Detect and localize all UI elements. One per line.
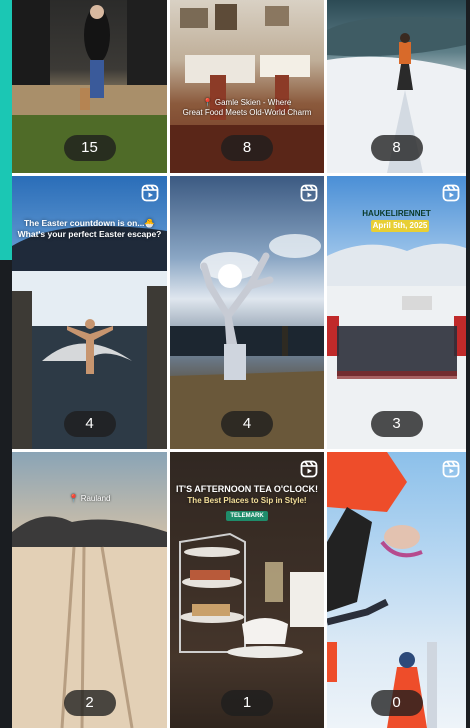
media-grid: 15 📍 Gamle Skien - Where Great Food Meet… <box>12 0 466 728</box>
side-panel <box>0 260 12 728</box>
like-count: 8 <box>370 135 423 161</box>
region-badge: TELEMARK <box>226 511 268 521</box>
grid-tile-3[interactable]: 8 <box>327 0 466 173</box>
tile-caption: IT'S AFTERNOON TEA O'CLOCK! <box>175 484 319 494</box>
date-badge-text: April 5th, 2025 <box>372 221 428 230</box>
tile-9-art <box>327 452 437 728</box>
tile-caption-sub: The Best Places to Sip in Style! <box>187 496 307 505</box>
reels-icon <box>442 460 460 478</box>
location-label: 📍 Rauland <box>68 494 111 503</box>
tile-caption-sub: What's your perfect Easter escape? <box>17 229 162 239</box>
region-badge-text: TELEMARK <box>230 513 264 519</box>
tile-5-art <box>170 234 324 449</box>
like-count: 2 <box>63 690 116 716</box>
location-text: Rauland <box>80 494 111 503</box>
like-count: 0 <box>370 690 423 716</box>
grid-tile-7[interactable]: 📍 Rauland 2 <box>12 452 167 728</box>
tile-4-art <box>12 226 167 449</box>
reels-icon <box>442 184 460 202</box>
like-count: 8 <box>221 135 273 161</box>
like-count: 4 <box>63 411 116 437</box>
grid-tile-1[interactable]: 15 <box>12 0 167 173</box>
tile-caption-sub: Great Food Meets Old-World Charm <box>182 108 312 117</box>
grid-tile-6[interactable]: HAUKELIRENNET April 5th, 2025 3 <box>327 176 466 449</box>
like-count: 1 <box>221 690 273 716</box>
like-count: 3 <box>370 411 423 437</box>
date-badge: April 5th, 2025 <box>371 220 429 232</box>
tile-caption: HAUKELIRENNET <box>362 209 431 218</box>
grid-tile-4[interactable]: The Easter countdown is on...🐣 What's yo… <box>12 176 167 449</box>
like-count: 15 <box>63 135 116 161</box>
like-count: 4 <box>221 411 273 437</box>
reels-icon <box>141 184 159 202</box>
side-accent-bar <box>0 0 12 260</box>
tile-caption: 📍 Gamle Skien - Where <box>202 98 292 107</box>
reels-icon <box>300 184 318 202</box>
grid-tile-2[interactable]: 📍 Gamle Skien - Where Great Food Meets O… <box>170 0 324 173</box>
grid-tile-5[interactable]: 4 <box>170 176 324 449</box>
grid-tile-9[interactable]: 0 <box>327 452 466 728</box>
grid-tile-8[interactable]: IT'S AFTERNOON TEA O'CLOCK! The Best Pla… <box>170 452 324 728</box>
reels-icon <box>300 460 318 478</box>
tile-caption: The Easter countdown is on...🐣 <box>23 218 155 228</box>
